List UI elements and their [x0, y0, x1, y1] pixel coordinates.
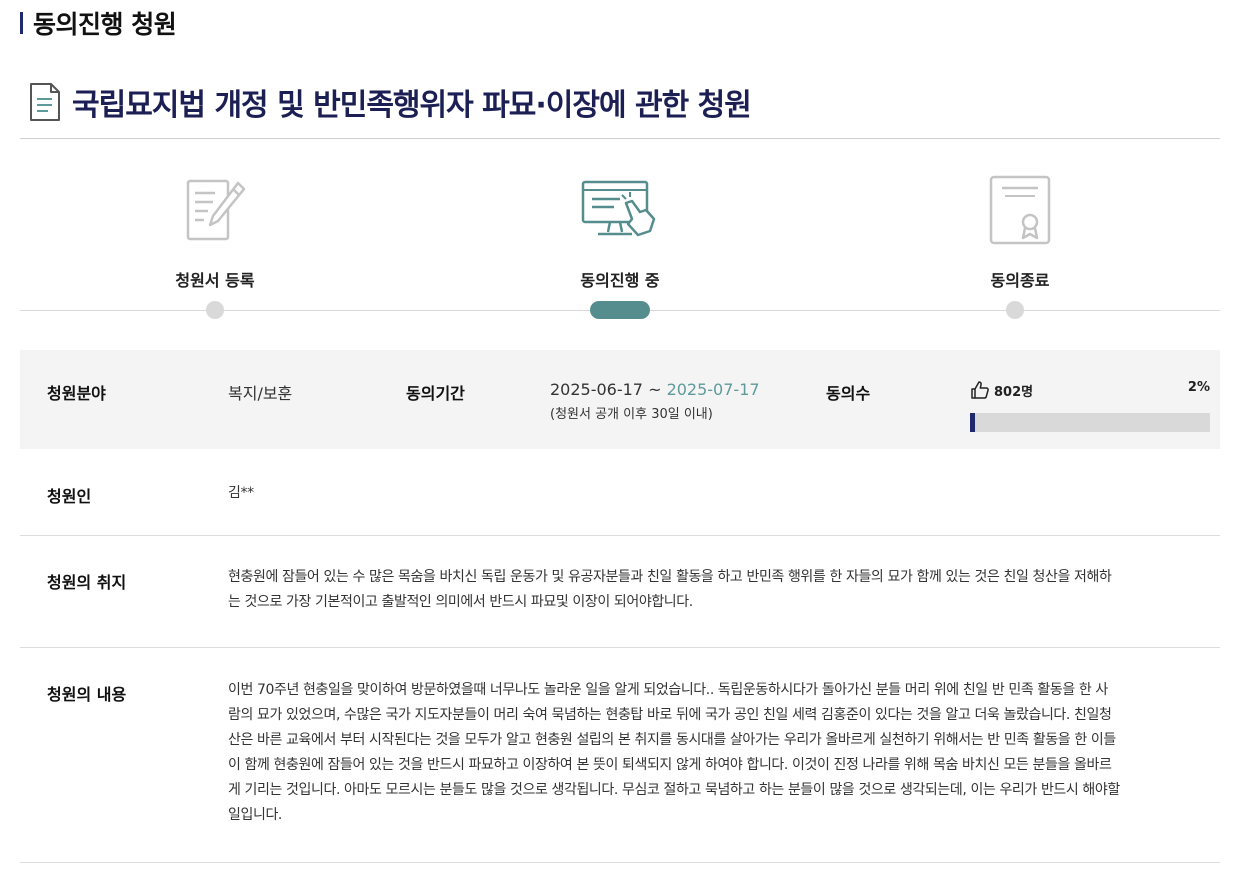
title-divider — [20, 138, 1220, 139]
content-line: 일입니다. — [228, 807, 282, 823]
petitioner-label: 청원인 — [47, 487, 92, 506]
purpose-line: 는 것으로 가장 기본적이고 출발적인 의미에서 반드시 파묘및 이장이 되어야… — [228, 594, 693, 610]
content-line: 산은 바른 교육에서 부터 시작된다는 것을 모두가 알고 현충원 설립의 본 … — [228, 732, 1116, 748]
step-label: 동의진행 중 — [580, 271, 660, 290]
purpose-text: 현충원에 잠들어 있는 수 많은 목숨을 바치신 독립 운동가 및 유공자분들과… — [228, 565, 1213, 615]
content-text: 이번 70주년 현충일을 맞이하여 방문하였을때 너무나도 놀라운 일을 알게 … — [228, 678, 1213, 828]
content-line: 이번 70주년 현충일을 맞이하여 방문하였을때 너무나도 놀라운 일을 알게 … — [228, 682, 1108, 698]
step-dot-register — [206, 301, 224, 319]
period-note: (청원서 공개 이후 30일 이내) — [550, 407, 713, 422]
consent-progress-bar — [970, 413, 1210, 432]
step-label: 청원서 등록 — [175, 271, 255, 290]
thumbs-up-icon — [971, 381, 989, 399]
petition-title: 국립묘지법 개정 및 반민족행위자 파묘·이장에 관한 청원 — [72, 88, 752, 123]
likes-count: 802명 — [970, 380, 1033, 400]
likes-value: 802명 — [994, 384, 1034, 400]
step-in-progress: 동의진행 중 — [500, 170, 740, 291]
content-row: 청원의 내용 이번 70주년 현충일을 맞이하여 방문하였을때 너무나도 놀라운… — [20, 648, 1220, 863]
section-header: 동의진행 청원 — [20, 6, 177, 40]
petition-info-row: 청원분야 복지/보훈 동의기간 2025-06-17 ~ 2025-07-17 … — [20, 350, 1220, 449]
period-value: 2025-06-17 ~ 2025-07-17 — [550, 380, 760, 399]
section-accent-bar — [20, 12, 23, 34]
computer-click-icon — [581, 180, 656, 237]
content-line: 게 기리는 것입니다. 아마도 모르시는 분들도 많을 것으로 생각됩니다. 무… — [228, 782, 1120, 798]
category-label: 청원분야 — [47, 384, 106, 403]
consent-progress-fill — [970, 413, 975, 432]
purpose-label: 청원의 취지 — [47, 573, 127, 592]
period-end: 2025-07-17 — [666, 380, 760, 399]
certificate-icon — [989, 175, 1051, 245]
section-title: 동의진행 청원 — [33, 10, 177, 39]
document-icon — [30, 83, 60, 121]
progress-percent: 2% — [1187, 380, 1210, 395]
purpose-line: 현충원에 잠들어 있는 수 많은 목숨을 바치신 독립 운동가 및 유공자분들과… — [228, 569, 1112, 585]
step-closed: 동의종료 — [900, 170, 1140, 291]
content-label: 청원의 내용 — [47, 685, 127, 704]
category-value: 복지/보훈 — [228, 384, 293, 403]
step-register: 청원서 등록 — [95, 170, 335, 291]
petitioner-value: 김** — [228, 485, 254, 501]
count-label: 동의수 — [826, 384, 871, 403]
petition-heading: 국립묘지법 개정 및 반민족행위자 파묘·이장에 관한 청원 — [28, 80, 752, 124]
petition-write-icon — [186, 179, 246, 241]
period-start: 2025-06-17 ~ — [550, 380, 667, 399]
purpose-row: 청원의 취지 현충원에 잠들어 있는 수 많은 목숨을 바치신 독립 운동가 및… — [20, 536, 1220, 648]
period-label: 동의기간 — [406, 384, 465, 403]
petitioner-row: 청원인 김** — [20, 449, 1220, 536]
step-dot-closed — [1006, 301, 1024, 319]
content-line: 이 함께 현충원에 잠들어 있는 것을 반드시 파묘하고 이장하여 본 뜻이 퇴… — [228, 757, 1112, 773]
step-label: 동의종료 — [990, 271, 1050, 290]
content-line: 람의 묘가 있었으며, 수많은 국가 지도자분들이 머리 숙여 묵념하는 현충탑… — [228, 707, 1112, 723]
step-indicator-active — [590, 301, 650, 319]
